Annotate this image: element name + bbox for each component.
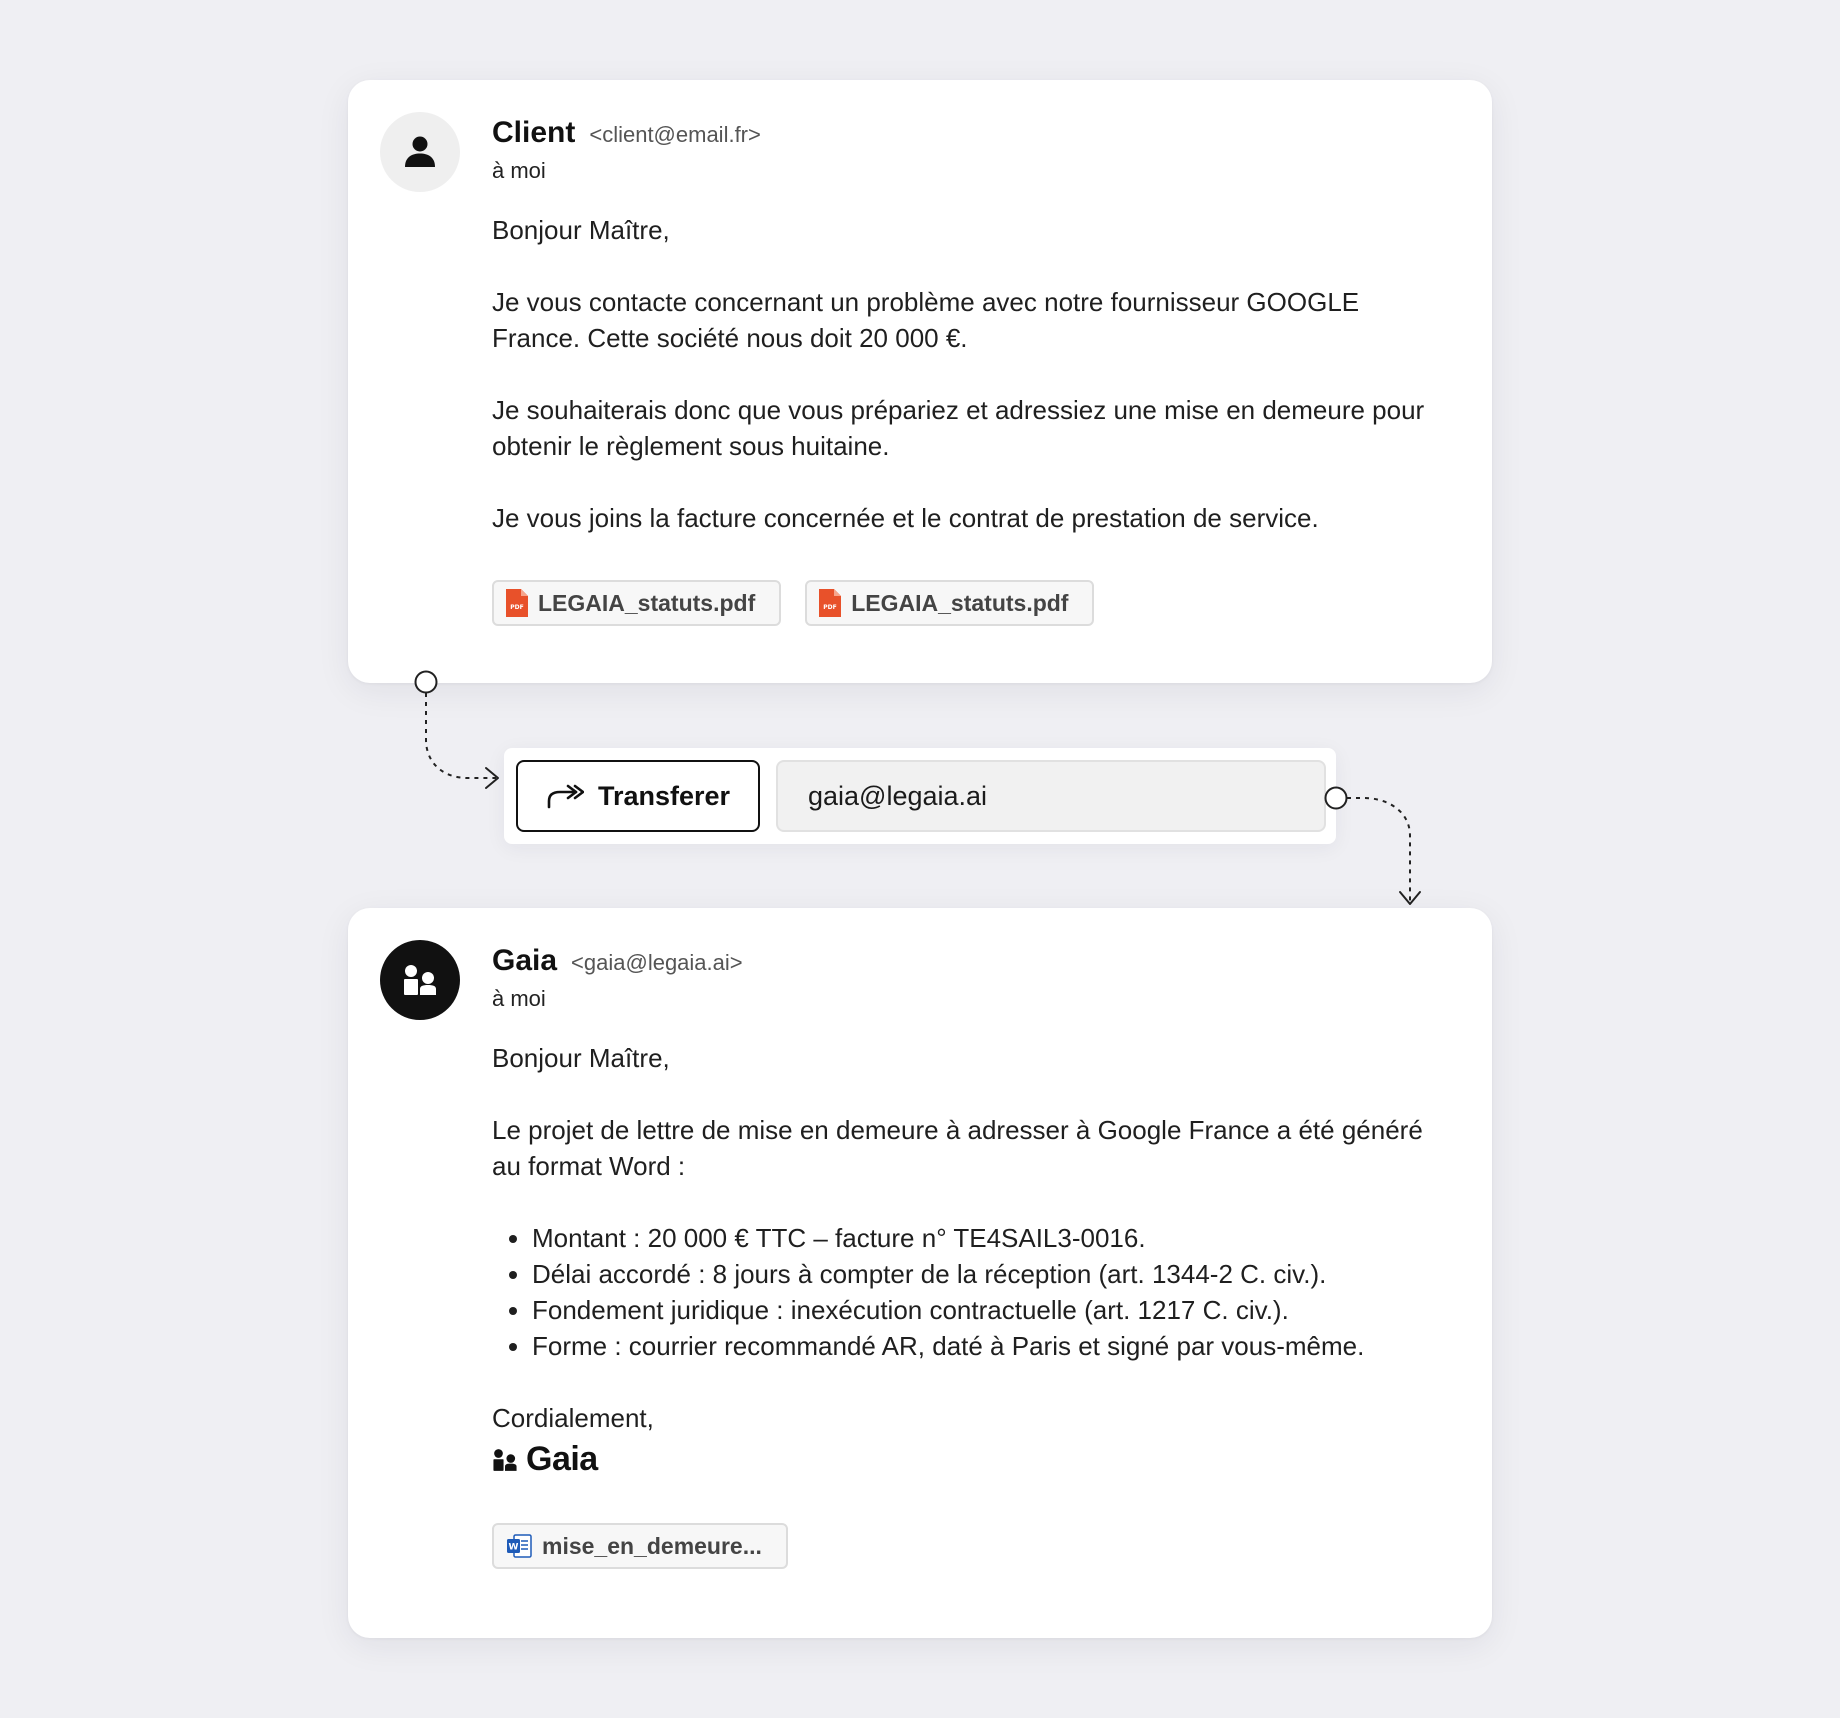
gaia-logo-icon xyxy=(493,1448,517,1471)
email-body: Bonjour Maître, Le projet de lettre de m… xyxy=(492,1040,1432,1436)
forward-recipient-input[interactable]: gaia@legaia.ai xyxy=(776,760,1326,832)
summary-list: Montant : 20 000 € TTC – facture n° TE4S… xyxy=(492,1220,1432,1364)
person-icon xyxy=(405,136,435,167)
list-item: Délai accordé : 8 jours à compter de la … xyxy=(532,1256,1432,1292)
attachments-row: W mise_en_demeure... xyxy=(492,1523,1432,1569)
attachment-name: LEGAIA_statuts.pdf xyxy=(851,589,1069,616)
forward-button[interactable]: Transferer xyxy=(516,760,760,832)
gaia-logo-icon xyxy=(404,965,436,995)
body-paragraph: Je souhaiterais donc que vous prépariez … xyxy=(492,395,1425,461)
sender-email: <gaia@legaia.ai> xyxy=(571,950,743,975)
sender-line: Gaia <gaia@legaia.ai> xyxy=(492,944,1432,984)
gaia-email-card: Gaia <gaia@legaia.ai> à moi Bonjour Maît… xyxy=(348,908,1492,1638)
client-email-card: Client <client@email.fr> à moi Bonjour M… xyxy=(348,80,1492,683)
email-body: Bonjour Maître, Je vous contacte concern… xyxy=(492,212,1432,536)
attachment-chip[interactable]: PDF LEGAIA_statuts.pdf xyxy=(805,580,1095,626)
word-file-icon: W xyxy=(507,1534,532,1558)
forward-bar: Transferer gaia@legaia.ai xyxy=(504,748,1336,844)
recipient-label: à moi xyxy=(492,986,546,1011)
client-avatar xyxy=(380,112,460,192)
attachment-name: LEGAIA_statuts.pdf xyxy=(538,589,756,616)
signature: Gaia xyxy=(492,1440,1432,1479)
svg-text:W: W xyxy=(509,1543,519,1553)
sender-name: Client xyxy=(492,116,576,149)
list-item: Forme : courrier recommandé AR, daté à P… xyxy=(532,1328,1432,1364)
forward-button-label: Transferer xyxy=(597,780,731,811)
forward-recipient-value: gaia@legaia.ai xyxy=(808,780,988,811)
svg-text:PDF: PDF xyxy=(823,604,836,611)
attachment-chip[interactable]: PDF LEGAIA_statuts.pdf xyxy=(492,580,782,626)
greeting: Bonjour Maître, xyxy=(492,1043,670,1073)
attachment-chip[interactable]: W mise_en_demeure... xyxy=(492,1523,788,1569)
body-paragraph: Je vous joins la facture concernée et le… xyxy=(492,503,1319,533)
flow-connector-left xyxy=(414,670,499,789)
svg-text:PDF: PDF xyxy=(510,604,523,611)
gaia-avatar xyxy=(380,940,460,1020)
closing: Cordialement, xyxy=(492,1403,654,1433)
pdf-file-icon: PDF xyxy=(819,589,842,617)
attachments-row: PDF LEGAIA_statuts.pdf PDF LEGAIA_statut… xyxy=(492,580,1432,626)
body-paragraph: Je vous contacte concernant un problème … xyxy=(492,287,1360,353)
body-paragraph: Le projet de lettre de mise en demeure à… xyxy=(492,1115,1423,1181)
sender-email: <client@email.fr> xyxy=(589,122,761,147)
signature-name: Gaia xyxy=(526,1440,598,1478)
sender-name: Gaia xyxy=(492,944,558,977)
flow-connector-right xyxy=(1324,786,1421,905)
list-item: Fondement juridique : inexécution contra… xyxy=(532,1292,1432,1328)
recipient-label: à moi xyxy=(492,158,546,183)
list-item: Montant : 20 000 € TTC – facture n° TE4S… xyxy=(532,1220,1432,1256)
forward-arrow-icon xyxy=(547,784,584,809)
sender-line: Client <client@email.fr> xyxy=(492,116,1432,156)
attachment-name: mise_en_demeure... xyxy=(542,1532,762,1559)
pdf-file-icon: PDF xyxy=(506,589,528,617)
greeting: Bonjour Maître, xyxy=(492,215,670,245)
